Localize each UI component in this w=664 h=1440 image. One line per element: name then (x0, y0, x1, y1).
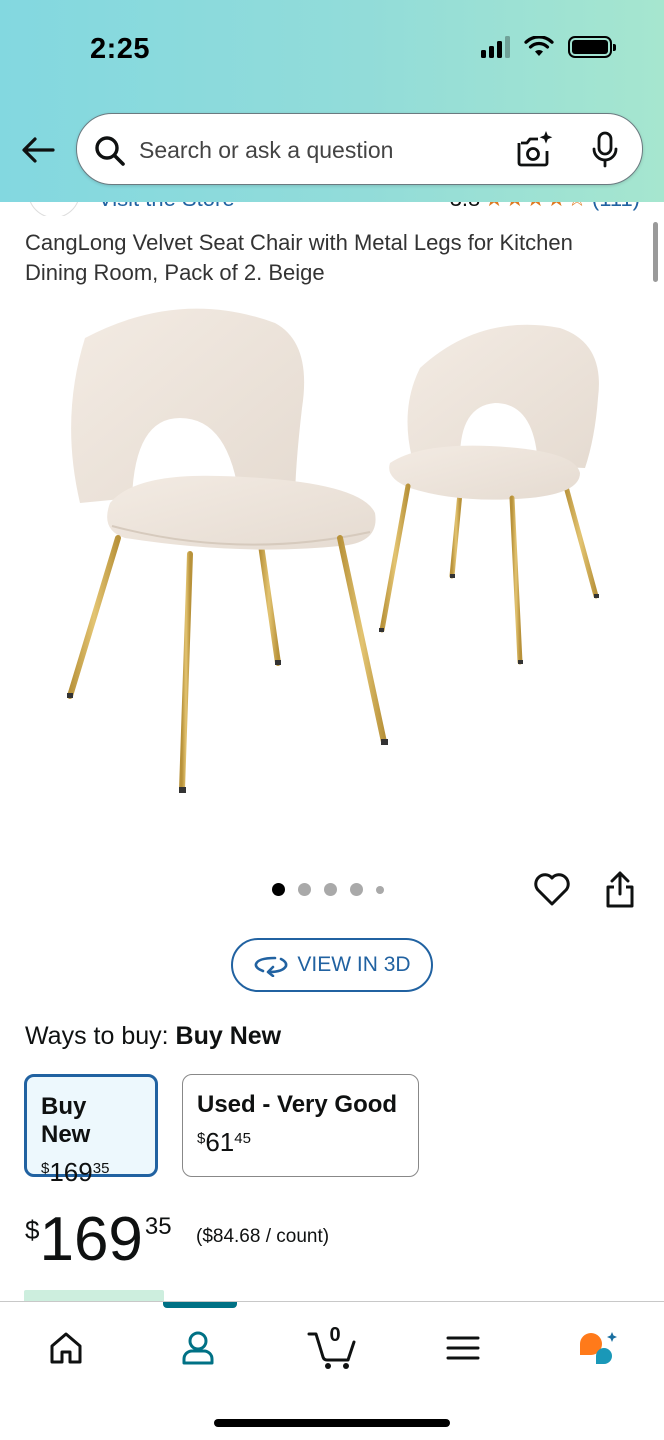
status-icons (481, 36, 616, 58)
price-fraction: 35 (92, 1160, 110, 1177)
carousel-dot[interactable] (376, 885, 384, 894)
ways-to-buy-prefix: Ways to buy: (25, 1022, 169, 1050)
ai-assistant-icon (580, 1332, 617, 1364)
price-fraction: 45 (234, 1130, 251, 1147)
price-fraction: 35 (144, 1213, 172, 1240)
view-in-3d-label: VIEW IN 3D (297, 953, 411, 976)
active-tab-indicator (163, 1302, 237, 1308)
buy-option-price: $ 61 45 (197, 1127, 404, 1158)
carousel-dot[interactable] (324, 883, 337, 896)
bottom-navigation: 0 (0, 1301, 664, 1440)
buy-option-label: Used - Very Good (197, 1091, 398, 1118)
battery-icon (568, 36, 616, 58)
view-in-3d-button[interactable]: VIEW IN 3D (231, 938, 433, 992)
image-carousel-indicator[interactable] (272, 883, 384, 896)
rotate-3d-icon (255, 956, 288, 977)
back-button[interactable] (18, 130, 58, 170)
price-symbol: $ (197, 1130, 206, 1147)
top-header: 2:25 (0, 0, 664, 202)
price-whole: 61 (205, 1127, 235, 1157)
scrollbar[interactable] (653, 222, 658, 282)
price-symbol: $ (25, 1215, 40, 1245)
status-time: 2:25 (90, 33, 151, 65)
nav-menu[interactable] (433, 1324, 493, 1372)
price-whole: 169 (49, 1157, 93, 1187)
cellular-signal-icon (481, 36, 510, 58)
home-icon (50, 1332, 82, 1364)
camera-lens-icon[interactable] (516, 129, 554, 169)
buy-option-label: Buy New (41, 1093, 91, 1148)
price-symbol: $ (41, 1160, 50, 1177)
carousel-dot[interactable] (350, 883, 363, 896)
ways-to-buy-selected: Buy New (175, 1022, 282, 1050)
home-indicator (214, 1419, 450, 1427)
wishlist-button[interactable] (532, 870, 572, 913)
unit-price: ($84.68 / count) (196, 1226, 330, 1247)
price-whole: 169 (39, 1205, 143, 1274)
user-icon (182, 1331, 214, 1365)
wifi-icon (524, 36, 554, 56)
buy-option-price: $ 169 35 (41, 1157, 141, 1188)
carousel-dot[interactable] (298, 883, 311, 896)
carousel-dot[interactable] (272, 883, 285, 896)
back-arrow-icon (22, 137, 55, 163)
ways-to-buy-heading: Ways to buy: Buy New (25, 1022, 281, 1051)
share-icon (606, 871, 634, 908)
search-input[interactable] (139, 132, 499, 168)
buy-option-used[interactable]: Used - Very Good $ 61 45 (182, 1074, 419, 1177)
nav-account[interactable] (168, 1324, 228, 1372)
microphone-icon[interactable] (590, 130, 620, 170)
share-button[interactable] (604, 870, 636, 915)
nav-cart[interactable]: 0 (300, 1324, 364, 1372)
search-icon (95, 136, 125, 166)
main-price: $ 169 35 (25, 1205, 172, 1275)
nav-home[interactable] (36, 1324, 96, 1372)
cart-count-badge: 0 (329, 1324, 341, 1346)
heart-icon (534, 873, 570, 906)
nav-rufus-assistant[interactable] (568, 1324, 628, 1372)
product-image[interactable] (40, 298, 630, 808)
search-bar[interactable] (76, 113, 643, 185)
hamburger-menu-icon (446, 1336, 480, 1360)
buy-option-new[interactable]: Buy New $ 169 35 (24, 1074, 158, 1187)
product-title: CangLong Velvet Seat Chair with Metal Le… (25, 230, 573, 285)
